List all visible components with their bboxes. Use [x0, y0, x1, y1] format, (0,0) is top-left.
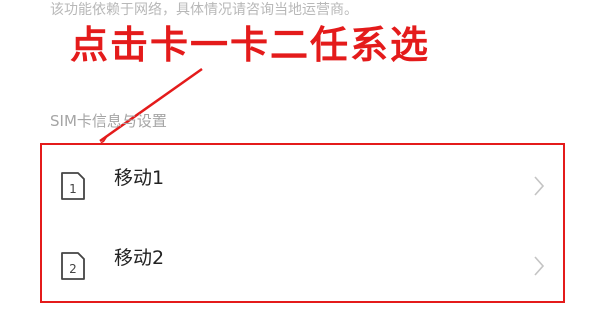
svg-text:1: 1: [69, 182, 77, 196]
sim-item-1[interactable]: 1 移动1: [42, 145, 563, 225]
sim-item-2[interactable]: 2 移动2: [42, 225, 563, 305]
sim-item-label: 移动2: [114, 247, 165, 269]
section-title: SIM卡信息与设置: [50, 112, 167, 130]
chevron-right-icon: [534, 176, 545, 196]
sim-card-icon: 1: [61, 172, 85, 200]
sim-card-icon: 2: [61, 252, 85, 280]
sim-list: 1 移动1 2 移动2: [40, 143, 565, 303]
sim-item-label: 移动1: [114, 167, 165, 189]
chevron-right-icon: [534, 256, 545, 276]
svg-text:2: 2: [69, 262, 77, 276]
